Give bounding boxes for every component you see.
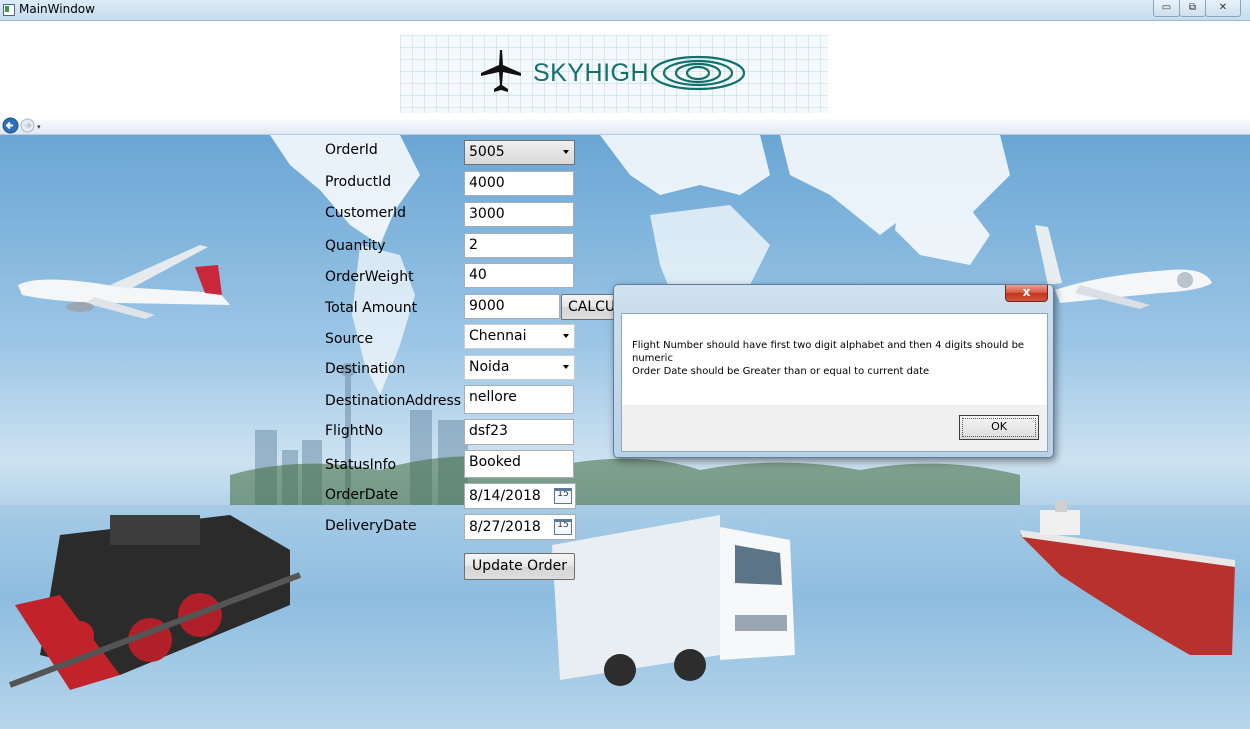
status-info-field[interactable]: Booked <box>464 450 574 478</box>
header: SKYHIGH <box>0 21 1250 117</box>
calendar-icon[interactable]: 15 <box>554 488 572 504</box>
window-close-button[interactable]: ✕ <box>1205 0 1241 17</box>
close-icon: ✕ <box>1218 2 1228 13</box>
delivery-date-picker[interactable]: 8/27/2018 15 <box>464 514 576 540</box>
navigation-bar: ▾ <box>0 117 1250 135</box>
chevron-down-icon <box>563 334 569 338</box>
source-dropdown[interactable]: Chennai <box>464 324 575 349</box>
total-amount-label: Total Amount <box>325 300 418 316</box>
order-weight-field[interactable]: 40 <box>464 263 574 288</box>
dialog-message-line-2: Order Date should be Greater than or equ… <box>632 366 930 377</box>
delivery-date-value: 8/27/2018 <box>469 519 541 535</box>
order-id-value: 5005 <box>469 144 505 160</box>
order-date-label: OrderDate <box>325 487 399 503</box>
update-order-button[interactable]: Update Order <box>464 553 575 580</box>
calculate-button[interactable]: CALCU <box>561 294 617 320</box>
window-title: MainWindow <box>19 2 95 16</box>
order-date-value: 8/14/2018 <box>469 488 541 504</box>
product-id-field[interactable]: 4000 <box>464 171 574 196</box>
customer-id-label: CustomerId <box>325 205 407 221</box>
window-title-bar: MainWindow ▭ ⧉ ✕ <box>0 0 1250 21</box>
history-dropdown-icon[interactable]: ▾ <box>37 123 41 131</box>
source-label: Source <box>325 331 374 347</box>
minimize-icon: ▭ <box>1161 2 1172 13</box>
dialog-footer: OK <box>622 405 1047 451</box>
chevron-down-icon <box>563 365 569 369</box>
airplane-logo-icon <box>481 50 521 92</box>
dialog-body: Flight Number should have first two digi… <box>621 313 1048 452</box>
restore-icon: ⧉ <box>1188 2 1197 13</box>
destination-label: Destination <box>325 361 406 377</box>
app-icon <box>3 4 15 16</box>
flight-no-label: FlightNo <box>325 423 384 439</box>
quantity-label: Quantity <box>325 238 386 254</box>
customer-id-field[interactable]: 3000 <box>464 202 574 227</box>
dialog-close-button[interactable]: x <box>1005 285 1048 302</box>
logo-text: SKYHIGH <box>533 59 650 87</box>
quantity-field[interactable]: 2 <box>464 233 574 258</box>
calendar-icon[interactable]: 15 <box>554 519 572 535</box>
forward-arrow-icon[interactable] <box>20 118 35 133</box>
ok-button[interactable]: OK <box>959 415 1039 440</box>
delivery-date-label: DeliveryDate <box>325 518 417 534</box>
total-amount-field[interactable]: 9000 <box>464 294 560 319</box>
dialog-message-line-1: Flight Number should have first two digi… <box>632 340 1025 364</box>
message-dialog: x Flight Number should have first two di… <box>613 284 1054 458</box>
flight-no-field[interactable]: dsf23 <box>464 419 574 445</box>
minimize-button[interactable]: ▭ <box>1153 0 1180 17</box>
source-value: Chennai <box>469 328 527 344</box>
close-icon: x <box>1022 285 1031 299</box>
product-id-label: ProductId <box>325 174 392 190</box>
back-arrow-icon[interactable] <box>2 117 19 134</box>
restore-button[interactable]: ⧉ <box>1179 0 1206 17</box>
destination-address-label: DestinationAddress <box>325 393 462 409</box>
status-info-label: StatusInfo <box>325 457 397 473</box>
logo-banner: SKYHIGH <box>400 35 828 113</box>
rings-logo-icon <box>650 55 746 91</box>
chevron-down-icon <box>563 150 569 154</box>
order-weight-label: OrderWeight <box>325 269 414 285</box>
destination-address-field[interactable]: nellore <box>464 385 574 414</box>
order-date-picker[interactable]: 8/14/2018 15 <box>464 483 576 509</box>
order-id-dropdown[interactable]: 5005 <box>464 140 575 165</box>
dialog-message: Flight Number should have first two digi… <box>632 339 1032 378</box>
order-id-label: OrderId <box>325 142 378 158</box>
destination-dropdown[interactable]: Noida <box>464 355 575 380</box>
destination-value: Noida <box>469 359 510 375</box>
